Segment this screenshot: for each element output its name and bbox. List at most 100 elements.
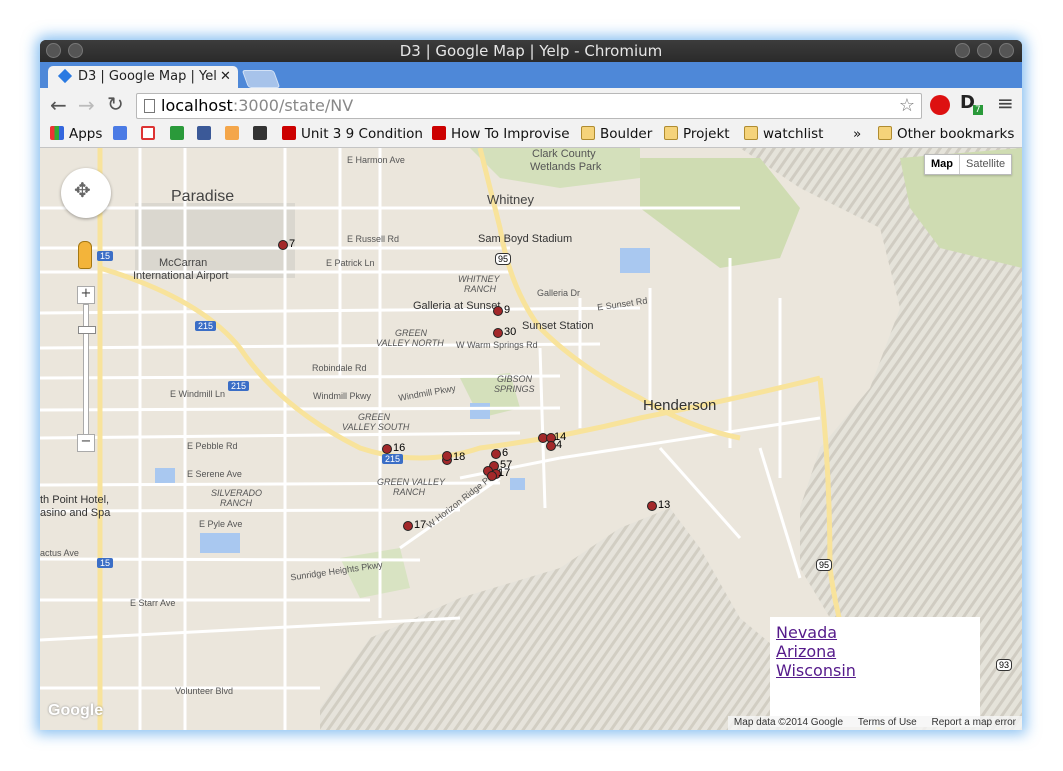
pan-arrows-icon: ✥ [74,178,91,202]
state-link-arizona[interactable]: Arizona [776,642,980,661]
chromium-icon [46,43,61,58]
business-marker[interactable] [278,240,288,250]
place-label-mccarran: McCarran [159,257,208,269]
bookmark-add[interactable] [170,122,189,147]
marker-label: 30 [504,326,517,338]
area-label-gibson-2: SPRINGS [494,384,535,394]
road-label: Galleria Dr [537,288,581,298]
bookmark-star-icon[interactable]: ☆ [899,94,915,118]
road-label: E Pyle Ave [199,519,243,529]
tab-d3-google-map[interactable]: D3 | Google Map | Yel ✕ [48,66,238,88]
apps-grid-icon [50,126,64,140]
extension-badge: 7 [973,105,983,115]
title-bar: D3 | Google Map | Yelp - Chromium [40,40,1022,62]
zoom-out-button[interactable]: − [77,434,95,452]
business-marker[interactable] [382,444,392,454]
bookmark-google-plus[interactable] [113,122,132,147]
google-map[interactable]: Paradise Whitney Henderson Clark County … [40,148,1022,730]
zoom-slider-handle[interactable] [78,326,96,334]
business-marker[interactable] [546,441,556,451]
forward-icon[interactable]: → [78,93,95,117]
bookmark-apps[interactable]: Apps [50,122,102,147]
business-marker[interactable] [491,449,501,459]
bookmarks-overflow-button[interactable]: » [853,122,861,147]
highway-shield-95: 95 [495,253,512,265]
address-bar[interactable]: localhost:3000/state/NV ☆ [136,93,922,119]
terms-of-use-link[interactable]: Terms of Use [858,717,917,728]
folder-icon [581,126,595,140]
road-label: E Harmon Ave [347,155,405,165]
bookmark-facebook[interactable] [197,122,216,147]
state-link-wisconsin[interactable]: Wisconsin [776,661,980,680]
maximize-button[interactable] [977,43,992,58]
zoom-in-button[interactable]: + [77,286,95,304]
bookmark-folder-projekt[interactable]: Projekt [664,122,730,147]
window-title: D3 | Google Map | Yelp - Chromium [399,42,663,60]
browser-window: D3 | Google Map | Yelp - Chromium D3 | G… [40,40,1022,730]
road-label: E Starr Ave [130,598,176,608]
highway-shield-15: 15 [97,251,114,261]
xda-icon [225,126,239,140]
d3-favicon-icon [57,68,73,84]
minimize-button[interactable] [955,43,970,58]
bookmark-gmail[interactable] [141,122,160,147]
road-label-cactus: actus Ave [40,548,79,558]
place-label-whitney: Whitney [487,192,534,207]
tab-strip: D3 | Google Map | Yel ✕ [40,62,1022,88]
place-label-hotel-1: th Point Hotel, [40,494,110,506]
area-label-silverado-2: RANCH [220,498,253,508]
toolbar: ← → ↻ localhost:3000/state/NV ☆ D 7 ≡ [40,88,1022,122]
new-tab-button[interactable] [241,70,281,88]
reload-icon[interactable]: ↻ [107,92,124,116]
business-marker[interactable] [442,451,452,461]
road-label: Volunteer Blvd [175,686,234,696]
road-label: Windmill Pkwy [313,391,372,401]
tab-title: D3 | Google Map | Yel [78,69,217,84]
map-type-satellite-button[interactable]: Satellite [959,155,1011,174]
highway-shield-215: 215 [228,381,250,391]
business-marker[interactable] [647,501,657,511]
tab-close-icon[interactable]: ✕ [220,66,231,88]
back-icon[interactable]: ← [50,93,67,117]
zoom-slider-track[interactable] [83,304,89,436]
youtube-icon [282,126,296,140]
road-label: E Serene Ave [187,469,242,479]
adblock-icon[interactable] [930,95,950,115]
bookmark-evernote[interactable] [253,122,272,147]
bookmark-folder-boulder[interactable]: Boulder [581,122,652,147]
bookmark-xda[interactable] [225,122,244,147]
menu-icon[interactable]: ≡ [997,91,1014,115]
area-label-whitney-ranch-1: WHITNEY [458,274,500,284]
business-marker[interactable] [493,306,503,316]
window-menu-icon[interactable] [68,43,83,58]
other-bookmarks[interactable]: Other bookmarks [878,122,1014,147]
report-map-error-link[interactable]: Report a map error [932,717,1016,728]
area-label-gibson-1: GIBSON [497,374,533,384]
folder-icon [878,126,892,140]
business-marker[interactable] [493,328,503,338]
marker-label: 7 [289,238,296,250]
bookmark-how-to-improvise[interactable]: How To Improvise [432,122,570,147]
pan-control[interactable]: ✥ [61,168,111,218]
business-marker[interactable] [487,471,497,481]
place-label-sam-boyd: Sam Boyd Stadium [478,233,573,245]
bookmark-unit-3-9[interactable]: Unit 3 9 Condition [282,122,423,147]
road-label: E Patrick Ln [326,258,375,268]
place-label-galleria: Galleria at Sunset [413,300,501,312]
marker-label: 9 [504,304,511,316]
place-label-paradise: Paradise [171,188,235,205]
marker-label: 17 [498,467,511,479]
highway-shield-95: 95 [816,559,833,571]
road-label: E Windmill Ln [170,389,226,399]
business-marker[interactable] [403,521,413,531]
map-type-map-button[interactable]: Map [925,155,959,174]
bookmark-folder-watchlist[interactable]: watchlist [744,122,823,147]
close-window-button[interactable] [999,43,1014,58]
highway-shield-93: 93 [996,659,1013,671]
road-label: E Russell Rd [347,234,400,244]
state-link-nevada[interactable]: Nevada [776,623,980,642]
road-label: W Warm Springs Rd [456,340,538,350]
area-label-gv-ranch-1: GREEN VALLEY [377,477,446,487]
street-view-pegman-icon[interactable] [78,241,92,269]
google-logo[interactable]: Google [48,702,103,720]
